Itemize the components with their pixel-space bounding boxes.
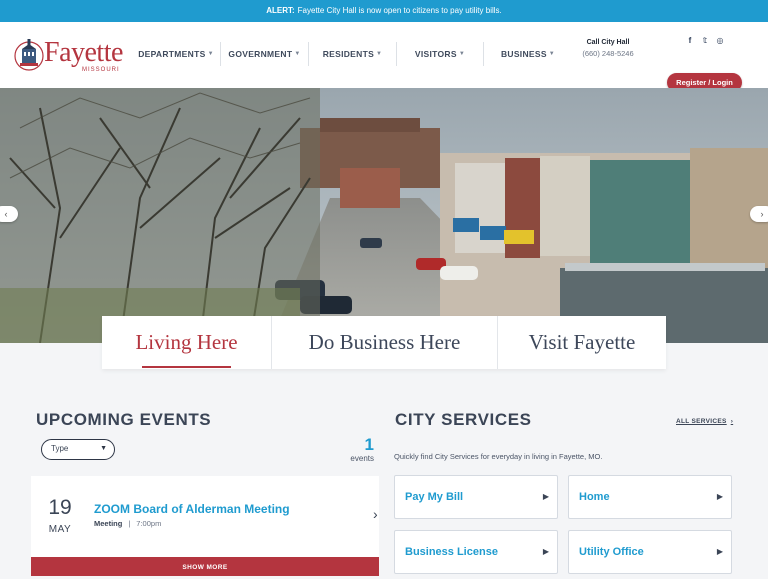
nav-visitors[interactable]: VISITORS ▼ bbox=[397, 42, 484, 66]
twitter-icon[interactable]: 𝕥 bbox=[699, 36, 711, 45]
services-description: Quickly find City Services for everyday … bbox=[394, 452, 603, 461]
tab-visit-fayette[interactable]: Visit Fayette bbox=[498, 316, 666, 369]
instagram-icon[interactable]: ◎ bbox=[714, 36, 726, 45]
facebook-icon[interactable]: f bbox=[684, 36, 696, 45]
call-city-hall: Call City Hall (660) 248-5246 bbox=[578, 39, 638, 58]
call-title: Call City Hall bbox=[586, 39, 630, 46]
service-business-license[interactable]: Business License ▶ bbox=[394, 530, 558, 574]
chevron-down-icon: ▼ bbox=[207, 51, 214, 57]
nav-departments[interactable]: DEPARTMENTS ▼ bbox=[132, 42, 221, 66]
caret-right-icon: ▶ bbox=[542, 492, 549, 501]
site-header: Fayette MISSOURI DEPARTMENTS ▼ GOVERNMENT… bbox=[0, 22, 768, 92]
event-day: 19 bbox=[48, 496, 72, 519]
event-meta: Meeting | 7:00pm bbox=[94, 519, 161, 528]
nav-residents[interactable]: RESIDENTS ▼ bbox=[309, 42, 397, 66]
event-type-select[interactable]: Type ▼ bbox=[41, 439, 115, 460]
caret-right-icon: ▶ bbox=[716, 492, 723, 501]
nav-label: DEPARTMENTS bbox=[138, 49, 206, 59]
caret-right-icon: ▶ bbox=[542, 547, 549, 556]
service-pay-my-bill[interactable]: Pay My Bill ▶ bbox=[394, 475, 558, 519]
courthouse-icon bbox=[14, 39, 44, 71]
service-utility-office[interactable]: Utility Office ▶ bbox=[568, 530, 732, 574]
event-card[interactable]: 19 MAY ZOOM Board of Alderman Meeting Me… bbox=[31, 476, 379, 557]
chevron-down-icon: ▼ bbox=[376, 51, 383, 57]
event-type-value: Type bbox=[51, 444, 69, 453]
nav-label: GOVERNMENT bbox=[228, 49, 293, 59]
nav-business[interactable]: BUSINESS ▼ bbox=[484, 42, 572, 66]
event-title-link[interactable]: ZOOM Board of Alderman Meeting bbox=[94, 502, 290, 516]
event-count-label: events bbox=[350, 454, 374, 463]
event-month: MAY bbox=[48, 524, 72, 535]
event-count-number: 1 bbox=[364, 435, 374, 454]
caret-down-icon: ▼ bbox=[100, 445, 107, 452]
service-label: Home bbox=[579, 491, 610, 503]
chevron-down-icon: ▼ bbox=[294, 51, 301, 57]
alert-banner: ALERT: Fayette City Hall is now open to c… bbox=[0, 0, 768, 22]
service-label: Utility Office bbox=[579, 546, 644, 558]
chevron-down-icon: ▼ bbox=[548, 51, 556, 57]
hero-prev-button[interactable]: ‹ bbox=[0, 206, 18, 222]
event-count: 1 events bbox=[340, 435, 374, 464]
logo-wordmark: Fayette bbox=[44, 37, 123, 68]
logo-state: MISSOURI bbox=[82, 67, 120, 73]
service-home[interactable]: Home ▶ bbox=[568, 475, 732, 519]
site-logo[interactable]: Fayette MISSOURI bbox=[14, 35, 123, 77]
audience-tabs: Living Here Do Business Here Visit Fayet… bbox=[102, 316, 666, 369]
city-services-heading: CITY SERVICES bbox=[395, 410, 532, 429]
all-services-label: ALL SERVICES bbox=[676, 418, 727, 425]
social-links: f 𝕥 ◎ bbox=[684, 36, 726, 45]
tab-living-here[interactable]: Living Here bbox=[102, 316, 272, 369]
show-more-button[interactable]: SHOW MORE bbox=[31, 557, 379, 576]
meta-separator: | bbox=[128, 519, 131, 528]
service-label: Business License bbox=[405, 546, 498, 558]
chevron-right-icon: › bbox=[730, 418, 734, 425]
phone-link[interactable]: (660) 248-5246 bbox=[578, 49, 638, 58]
caret-right-icon: ▶ bbox=[716, 547, 723, 556]
chevron-down-icon: ▼ bbox=[458, 51, 466, 57]
service-label: Pay My Bill bbox=[405, 491, 464, 503]
nav-label: BUSINESS bbox=[500, 49, 547, 59]
hero-image bbox=[0, 88, 768, 343]
nav-label: VISITORS bbox=[414, 49, 457, 59]
event-time: 7:00pm bbox=[136, 519, 162, 528]
tab-do-business-here[interactable]: Do Business Here bbox=[272, 316, 498, 369]
nav-label: RESIDENTS bbox=[322, 49, 375, 59]
hero-next-button[interactable]: › bbox=[750, 206, 768, 222]
alert-text: Fayette City Hall is now open to citizen… bbox=[297, 6, 502, 15]
nav-government[interactable]: GOVERNMENT ▼ bbox=[221, 42, 309, 66]
chevron-right-icon[interactable]: › bbox=[373, 506, 378, 522]
alert-label: ALERT: bbox=[266, 6, 295, 15]
main-nav: DEPARTMENTS ▼ GOVERNMENT ▼ RESIDENTS ▼ VISI… bbox=[132, 42, 572, 66]
event-category: Meeting bbox=[94, 519, 123, 528]
all-services-link[interactable]: ALL SERVICES › bbox=[676, 418, 733, 425]
upcoming-events-heading: UPCOMING EVENTS bbox=[36, 410, 212, 429]
hero-slider: ‹ › bbox=[0, 88, 768, 343]
